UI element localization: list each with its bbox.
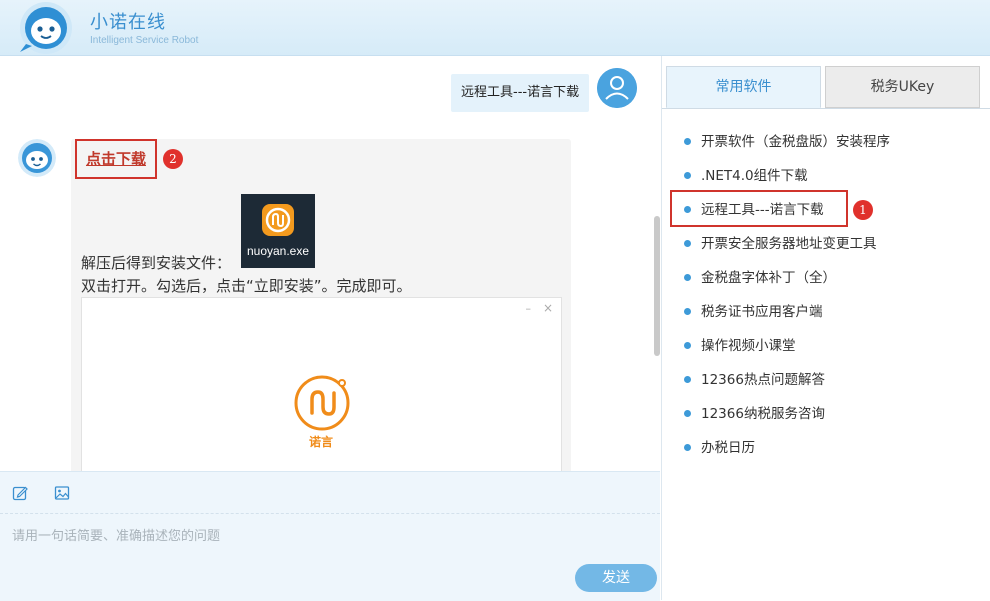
robot-logo-icon — [20, 2, 72, 54]
software-item-video-class[interactable]: 操作视频小课堂 — [684, 336, 796, 356]
exe-file-name: nuoyan.exe — [246, 244, 310, 258]
instruction-line-1: 解压后得到安装文件： — [81, 254, 232, 272]
software-item-cert-client[interactable]: 税务证书应用客户端 — [684, 302, 823, 322]
user-message-bubble: 远程工具---诺言下载 — [451, 74, 590, 112]
highlight-box — [670, 190, 848, 227]
exe-file-icon[interactable]: nuoyan.exe — [241, 194, 315, 268]
software-item-12366-faq[interactable]: 12366热点问题解答 — [684, 370, 825, 390]
bullet-icon — [684, 307, 691, 315]
software-item-invoice-installer[interactable]: 开票软件（金税盘版）安装程序 — [684, 132, 890, 152]
step-badge-2: 2 — [163, 149, 183, 169]
installer-screenshot: – × 诺言 — [81, 297, 562, 471]
nuoyan-app-icon — [262, 204, 294, 236]
bullet-icon — [684, 239, 691, 247]
tab-tax-ukey[interactable]: 税务UKey — [825, 66, 980, 108]
software-item-font-patch[interactable]: 金税盘字体补丁（全） — [684, 268, 836, 288]
bullet-icon — [684, 375, 691, 383]
input-area: 请用一句话简要、准确描述您的问题 发送 — [0, 471, 660, 601]
app-subtitle: Intelligent Service Robot — [90, 35, 199, 46]
software-item-server-address-tool[interactable]: 开票安全服务器地址变更工具 — [684, 234, 877, 254]
step-badge-1: 1 — [853, 200, 873, 220]
installer-app-name: 诺言 — [309, 435, 334, 449]
user-avatar-icon — [597, 68, 637, 108]
app-header: 小诺在线 Intelligent Service Robot — [0, 0, 990, 56]
chat-area[interactable]: 远程工具---诺言下载 点击下载 2 nuoyan.exe 解压后得到安装文件：… — [0, 56, 660, 471]
bullet-icon — [684, 443, 691, 451]
app-title: 小诺在线 — [90, 12, 166, 33]
image-icon[interactable] — [54, 485, 70, 501]
bot-avatar-icon — [18, 139, 56, 177]
bullet-icon — [684, 137, 691, 145]
close-icon: × — [542, 301, 553, 315]
nuoyan-logo-icon — [294, 375, 350, 431]
message-input[interactable]: 请用一句话简要、准确描述您的问题 — [12, 525, 220, 544]
chat-scrollbar[interactable] — [654, 216, 660, 356]
edit-icon[interactable] — [12, 485, 28, 501]
bullet-icon — [684, 341, 691, 349]
software-panel: 常用软件 税务UKey 开票软件（金税盘版）安装程序 .NET4.0组件下载 远… — [661, 56, 990, 600]
send-button[interactable]: 发送 — [575, 564, 657, 592]
minimize-icon: – — [525, 302, 532, 315]
software-item-12366-consult[interactable]: 12366纳税服务咨询 — [684, 404, 825, 424]
software-item-net40[interactable]: .NET4.0组件下载 — [684, 166, 808, 186]
bullet-icon — [684, 171, 691, 179]
bullet-icon — [684, 273, 691, 281]
bullet-icon — [684, 409, 691, 417]
download-link[interactable]: 点击下载 — [75, 139, 157, 179]
software-item-tax-calendar[interactable]: 办税日历 — [684, 438, 755, 458]
instruction-line-2: 双击打开。勾选后，点击“立即安装”。完成即可。 — [81, 277, 412, 295]
tab-common-software[interactable]: 常用软件 — [666, 66, 821, 108]
tab-bar: 常用软件 税务UKey — [662, 56, 990, 109]
input-divider — [0, 513, 660, 514]
